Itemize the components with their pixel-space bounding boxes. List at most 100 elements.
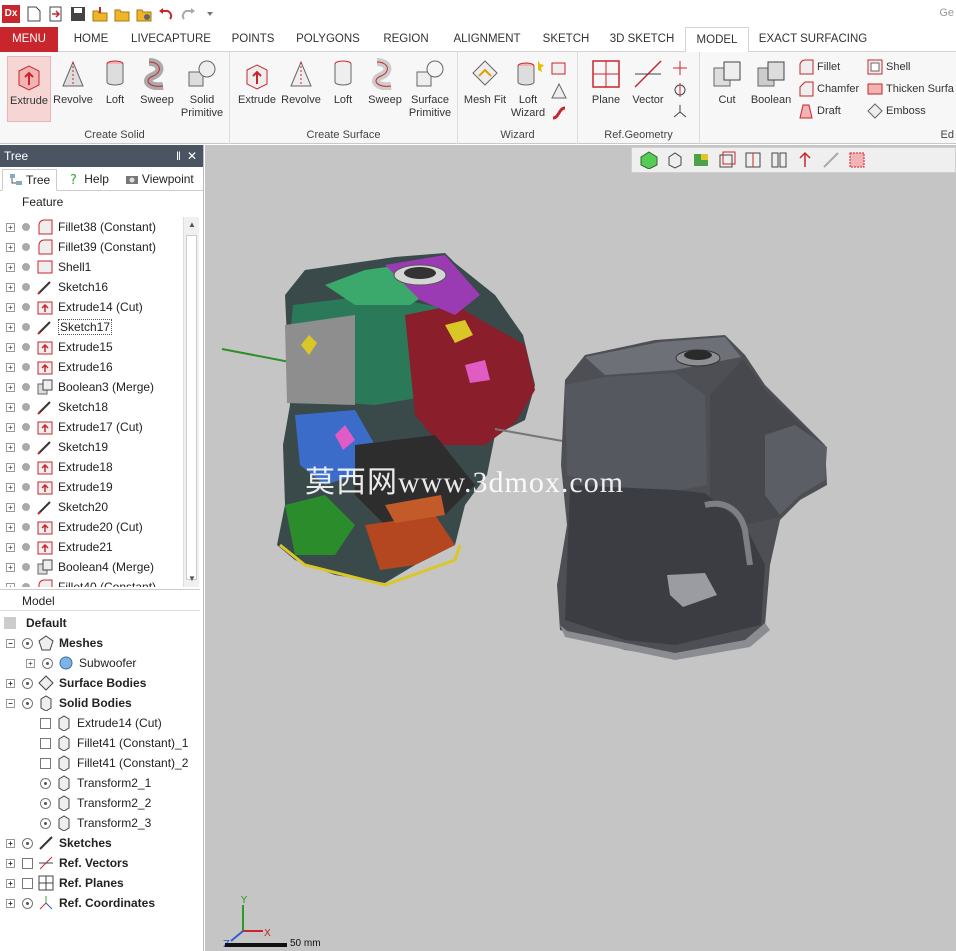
model-ref-planes[interactable]: + Ref. Planes: [0, 873, 200, 893]
visibility-checkbox[interactable]: [40, 717, 51, 729]
solid-body-item[interactable]: Extrude14 (Cut): [0, 713, 200, 733]
visibility-checkbox[interactable]: [40, 757, 51, 769]
model-solid-bodies[interactable]: − Solid Bodies: [0, 693, 200, 713]
tab-home[interactable]: HOME: [62, 27, 120, 52]
solid-body-item[interactable]: Fillet41 (Constant)_2: [0, 753, 200, 773]
colored-mesh-model[interactable]: [221, 253, 586, 587]
expand-icon[interactable]: +: [6, 502, 15, 512]
feature-item[interactable]: + Extrude14 (Cut): [0, 297, 183, 317]
3d-viewport[interactable]: Y X Z 莫西网www.3dmox.com 50 mm: [205, 145, 956, 951]
expand-icon[interactable]: +: [6, 242, 15, 252]
visibility-checkbox[interactable]: [22, 877, 33, 889]
cut-button[interactable]: Cut: [705, 56, 749, 122]
model-subwoofer[interactable]: + Subwoofer: [0, 653, 200, 673]
expand-icon[interactable]: +: [6, 898, 15, 908]
model-surface-bodies[interactable]: + Surface Bodies: [0, 673, 200, 693]
feature-item[interactable]: + Fillet39 (Constant): [0, 237, 183, 257]
expand-icon[interactable]: +: [6, 582, 15, 587]
expand-icon[interactable]: +: [6, 542, 15, 552]
model-default[interactable]: Default: [0, 613, 200, 633]
feature-item[interactable]: + Boolean4 (Merge): [0, 557, 183, 577]
feature-item[interactable]: + Fillet38 (Constant): [0, 217, 183, 237]
feature-item[interactable]: + Sketch18: [0, 397, 183, 417]
scroll-thumb[interactable]: [186, 235, 197, 580]
collapse-icon[interactable]: −: [6, 698, 15, 708]
ref-coordinate-icon[interactable]: [672, 104, 688, 120]
feature-item[interactable]: + Extrude18: [0, 457, 183, 477]
tab-sketch[interactable]: SKETCH: [534, 27, 598, 52]
eye-icon[interactable]: [22, 677, 33, 689]
surface-revolve-button[interactable]: Revolve: [279, 56, 323, 122]
solid-primitive-button[interactable]: Solid Primitive: [178, 56, 226, 122]
solid-body-item[interactable]: Transform2_2: [0, 793, 200, 813]
expand-icon[interactable]: +: [26, 658, 35, 668]
expand-icon[interactable]: +: [6, 678, 15, 688]
feature-item[interactable]: + Extrude15: [0, 337, 183, 357]
tab-viewpoint[interactable]: Viewpoint: [119, 168, 200, 190]
eye-icon[interactable]: [22, 837, 33, 849]
model-ref-vectors[interactable]: + Ref. Vectors: [0, 853, 200, 873]
shell-button[interactable]: Shell: [867, 57, 910, 77]
tab-exact-surfacing[interactable]: EXACT SURFACING: [754, 27, 872, 52]
loft-wizard-button[interactable]: Loft Wizard: [506, 56, 550, 122]
draft-button[interactable]: Draft: [798, 101, 841, 121]
expand-icon[interactable]: +: [6, 222, 15, 232]
save-icon[interactable]: [70, 6, 86, 22]
open-folder-icon[interactable]: [114, 6, 130, 22]
redo-icon[interactable]: [180, 6, 196, 22]
tab-polygons[interactable]: POLYGONS: [288, 27, 368, 52]
chevron-down-icon[interactable]: [202, 6, 218, 22]
solid-extrude-button[interactable]: Extrude: [7, 56, 51, 122]
feature-item[interactable]: + Sketch20: [0, 497, 183, 517]
feature-item[interactable]: + Extrude21: [0, 537, 183, 557]
expand-icon[interactable]: +: [6, 322, 15, 332]
tab-points[interactable]: POINTS: [222, 27, 284, 52]
expand-icon[interactable]: +: [6, 362, 15, 372]
feature-item[interactable]: + Extrude19: [0, 477, 183, 497]
expand-icon[interactable]: +: [6, 382, 15, 392]
surface-loft-button[interactable]: Loft: [321, 56, 365, 122]
tab-region[interactable]: REGION: [372, 27, 440, 52]
feature-item[interactable]: + Boolean3 (Merge): [0, 377, 183, 397]
plane-button[interactable]: Plane: [584, 56, 628, 122]
expand-icon[interactable]: +: [6, 562, 15, 572]
thicken-surface-button[interactable]: Thicken Surfa: [867, 79, 954, 99]
boolean-button[interactable]: Boolean: [748, 56, 794, 122]
solid-body-item[interactable]: Transform2_3: [0, 813, 200, 833]
export-icon[interactable]: [92, 6, 108, 22]
vector-button[interactable]: Vector: [626, 56, 670, 122]
eye-icon[interactable]: [22, 697, 33, 709]
expand-icon[interactable]: +: [6, 262, 15, 272]
solid-revolve-button[interactable]: Revolve: [51, 56, 95, 122]
expand-icon[interactable]: +: [6, 462, 15, 472]
scroll-down-icon[interactable]: ▼: [184, 571, 200, 587]
expand-icon[interactable]: +: [6, 858, 15, 868]
tab-livecapture[interactable]: LIVECAPTURE: [124, 27, 218, 52]
close-icon[interactable]: ✕: [187, 145, 197, 167]
import-icon[interactable]: [48, 6, 64, 22]
tab-help[interactable]: ? Help: [61, 168, 115, 190]
model-meshes[interactable]: − Meshes: [0, 633, 200, 653]
model-sketches[interactable]: + Sketches: [0, 833, 200, 853]
feature-item[interactable]: + Fillet40 (Constant): [0, 577, 183, 587]
solid-sweep-button[interactable]: Sweep: [135, 56, 179, 122]
tab-3d-sketch[interactable]: 3D SKETCH: [602, 27, 682, 52]
solid-body-item[interactable]: Transform2_1: [0, 773, 200, 793]
feature-item[interactable]: + Sketch19: [0, 437, 183, 457]
eye-icon[interactable]: [40, 817, 51, 829]
tab-menu[interactable]: MENU: [0, 27, 58, 52]
tab-model[interactable]: MODEL: [685, 27, 749, 53]
mesh-fit-button[interactable]: Mesh Fit: [463, 56, 507, 122]
expand-icon[interactable]: +: [6, 282, 15, 292]
revolve-wizard-icon[interactable]: [550, 82, 568, 100]
fillet-button[interactable]: Fillet: [798, 57, 840, 77]
extrude-wizard-icon[interactable]: [550, 60, 568, 78]
expand-icon[interactable]: +: [6, 522, 15, 532]
surface-primitive-button[interactable]: Surface Primitive: [405, 56, 455, 122]
expand-icon[interactable]: +: [6, 878, 15, 888]
expand-icon[interactable]: +: [6, 442, 15, 452]
pipe-wizard-icon[interactable]: [550, 104, 568, 122]
eye-icon[interactable]: [40, 777, 51, 789]
undo-icon[interactable]: [158, 6, 174, 22]
emboss-button[interactable]: Emboss: [867, 101, 926, 121]
